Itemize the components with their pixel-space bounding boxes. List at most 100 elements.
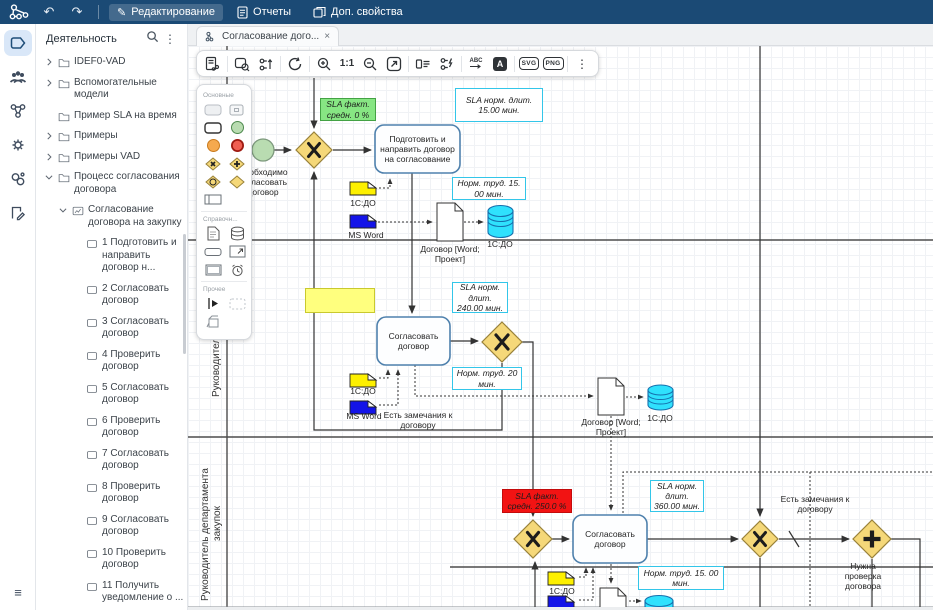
navigate-hierarchy-button[interactable] bbox=[254, 53, 278, 75]
tree-scrollbar[interactable] bbox=[183, 234, 186, 354]
document-dogovor-2[interactable] bbox=[598, 378, 624, 415]
fit-to-screen-button[interactable] bbox=[382, 53, 406, 75]
gateway-exclusive-1[interactable] bbox=[296, 132, 332, 168]
rail-users-tab[interactable] bbox=[4, 64, 32, 90]
rail-roles-tab[interactable] bbox=[4, 166, 32, 192]
norm-trud-label-3[interactable]: Норм. труд. 15. 00 мин. bbox=[638, 566, 724, 590]
gateway-exclusive-3[interactable] bbox=[514, 520, 552, 558]
folder-msword-1[interactable] bbox=[350, 215, 376, 228]
palette-comment[interactable] bbox=[227, 296, 247, 311]
chevron-right-icon[interactable] bbox=[44, 131, 54, 141]
text-format-button[interactable]: A bbox=[488, 53, 512, 75]
tree-item[interactable]: 3 Согласовать договор bbox=[36, 312, 187, 345]
lane-label[interactable]: закупок bbox=[212, 505, 223, 541]
reports-button[interactable]: Отчеты bbox=[229, 4, 299, 21]
palette-database[interactable] bbox=[227, 226, 247, 241]
palette-gateway-exclusive[interactable] bbox=[203, 156, 223, 171]
tree-item[interactable]: 1 Подготовить и направить договор н... bbox=[36, 233, 187, 279]
sla-fact-label-1[interactable]: SLA факт. средн. 0 % bbox=[320, 98, 376, 121]
redo-icon[interactable]: ↷ bbox=[66, 2, 88, 22]
undo-icon[interactable]: ↶ bbox=[38, 2, 60, 22]
palette-task-small[interactable] bbox=[227, 102, 247, 117]
palette-subprocess-ghost[interactable] bbox=[203, 102, 223, 117]
tree-item[interactable]: 5 Согласовать договор bbox=[36, 378, 187, 411]
element-list-button[interactable] bbox=[411, 53, 435, 75]
rail-activity-tab[interactable] bbox=[4, 30, 32, 56]
gateway-parallel[interactable] bbox=[853, 520, 891, 558]
spellcheck-button[interactable]: ABC bbox=[464, 53, 488, 75]
database-1c-do-2[interactable] bbox=[648, 385, 673, 410]
rail-share-nodes-tab[interactable] bbox=[4, 98, 32, 124]
sla-norm-label-3[interactable]: SLA норм. длит. 360.00 мин. bbox=[650, 480, 704, 512]
norm-trud-label-1[interactable]: Норм. труд. 15. 00 мин. bbox=[452, 177, 526, 200]
find-on-diagram-button[interactable] bbox=[230, 53, 254, 75]
zoom-in-button[interactable] bbox=[312, 53, 336, 75]
tree-item[interactable]: 7 Согласовать договор bbox=[36, 444, 187, 477]
tree-item[interactable]: Примеры bbox=[36, 126, 187, 147]
tab-diagram[interactable]: Согласование дого... × bbox=[196, 26, 339, 46]
database-1c-do-1[interactable] bbox=[488, 206, 513, 238]
tree-item[interactable]: 6 Проверить договор bbox=[36, 411, 187, 444]
palette-offpage-connector[interactable] bbox=[203, 314, 223, 329]
zoom-level-button[interactable]: 1:1 bbox=[336, 53, 358, 75]
refresh-button[interactable] bbox=[283, 53, 307, 75]
gateway-exclusive-2[interactable] bbox=[482, 322, 522, 362]
export-svg-button[interactable]: SVG bbox=[517, 53, 541, 75]
document-dogovor-1[interactable] bbox=[437, 203, 463, 241]
sla-fact-label-3[interactable]: SLA факт. средн. 250.0 % bbox=[502, 489, 572, 513]
zoom-out-button[interactable] bbox=[358, 53, 382, 75]
folder-1c-do-3[interactable] bbox=[548, 572, 574, 585]
tree-item[interactable]: Примеры VAD bbox=[36, 147, 187, 168]
rail-settings-tab[interactable] bbox=[4, 132, 32, 158]
note-zamechaniya-2[interactable]: Есть замечания к договору bbox=[776, 494, 854, 514]
palette-object-flat[interactable] bbox=[203, 244, 223, 259]
palette-gateway-parallel[interactable] bbox=[227, 156, 247, 171]
tree-menu-kebab-icon[interactable]: ⋮ bbox=[161, 32, 179, 46]
edit-mode-button[interactable]: ✎ Редактирование bbox=[109, 4, 223, 21]
palette-timer[interactable] bbox=[227, 262, 247, 277]
diagram-canvas[interactable]: Руководитель Руководитель департамента з… bbox=[188, 46, 933, 610]
chevron-down-icon[interactable] bbox=[58, 205, 68, 215]
rail-edit-models-tab[interactable] bbox=[4, 200, 32, 226]
tree-item[interactable]: 4 Проверить договор bbox=[36, 345, 187, 378]
tree-item[interactable]: Согласование договора на закупку bbox=[36, 200, 187, 233]
palette-end-event[interactable] bbox=[227, 138, 247, 153]
palette-document[interactable] bbox=[203, 226, 223, 241]
palette-external-reference[interactable] bbox=[227, 244, 247, 259]
auto-layout-button[interactable] bbox=[435, 53, 459, 75]
search-icon[interactable] bbox=[143, 30, 161, 48]
palette-intermediate-event[interactable] bbox=[203, 138, 223, 153]
palette-marker[interactable] bbox=[203, 296, 223, 311]
diagram-properties-button[interactable] bbox=[201, 53, 225, 75]
chevron-down-icon[interactable] bbox=[44, 172, 54, 182]
norm-trud-label-2[interactable]: Норм. труд. 20 мин. bbox=[452, 367, 522, 390]
tree-item[interactable]: 11 Получить уведомление о ... bbox=[36, 576, 187, 609]
export-png-button[interactable]: PNG bbox=[541, 53, 565, 75]
folder-1c-do-1[interactable] bbox=[350, 182, 376, 195]
lane-label[interactable]: Руководитель департамента bbox=[200, 468, 211, 601]
lane-label[interactable]: Руководитель bbox=[211, 333, 222, 397]
note-zamechaniya-1[interactable]: Есть замечания к договору bbox=[383, 410, 453, 430]
sla-norm-label-1[interactable]: SLA норм. длит. 15.00 мин. bbox=[455, 88, 543, 122]
app-logo-icon[interactable] bbox=[6, 2, 32, 22]
palette-lane[interactable] bbox=[203, 192, 223, 207]
tree-item[interactable]: 10 Проверить договор bbox=[36, 543, 187, 576]
note-proverka[interactable]: Нужна проверка договора bbox=[836, 561, 890, 591]
tree-item[interactable]: Процесс согласования договора bbox=[36, 167, 187, 200]
extra-properties-button[interactable]: Доп. свойства bbox=[305, 4, 411, 20]
rail-menu-icon[interactable]: ≡ bbox=[0, 585, 36, 600]
chevron-right-icon[interactable] bbox=[44, 57, 54, 67]
toolbar-more-kebab-icon[interactable]: ⋮ bbox=[570, 53, 594, 75]
gateway-exclusive-4[interactable] bbox=[742, 521, 778, 557]
tab-close-icon[interactable]: × bbox=[324, 32, 330, 42]
palette-gateway-event[interactable] bbox=[203, 174, 223, 189]
palette-task[interactable] bbox=[203, 120, 223, 135]
tree-item[interactable]: 8 Проверить договор bbox=[36, 477, 187, 510]
tree-item[interactable]: 9 Согласовать договор bbox=[36, 510, 187, 543]
chevron-right-icon[interactable] bbox=[44, 78, 54, 88]
tree-item[interactable]: Вспомогательные модели bbox=[36, 73, 187, 106]
sla-norm-label-2[interactable]: SLA норм. длит. 240.00 мин. bbox=[452, 282, 508, 313]
tree-item[interactable]: 2 Согласовать договор bbox=[36, 279, 187, 312]
sla-fact-label-2[interactable] bbox=[305, 288, 375, 313]
palette-gateway-plain[interactable] bbox=[227, 174, 247, 189]
